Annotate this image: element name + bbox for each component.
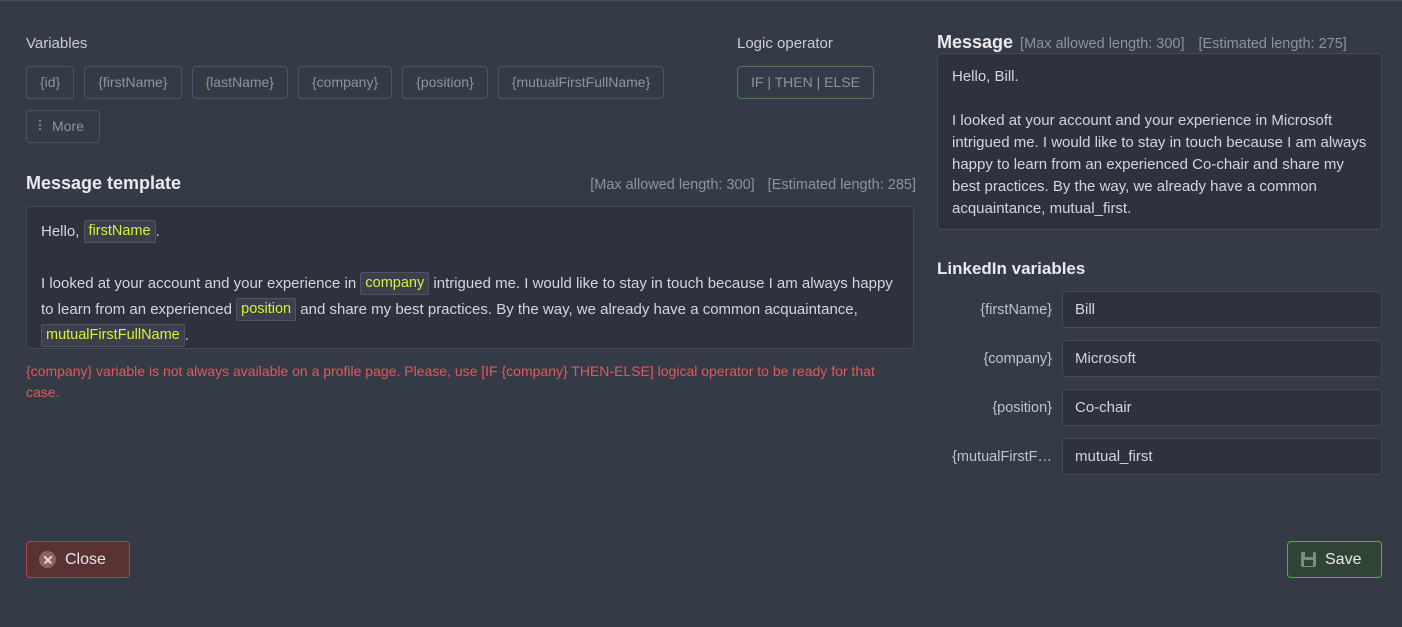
template-text-part4: . [184,326,189,344]
linkedin-var-mutualfirstfullname-input[interactable]: mutual_first [1062,438,1382,475]
linkedin-var-position-label: {position} [992,399,1052,416]
template-token-company[interactable]: company [360,271,430,295]
linkedin-var-company-label: {company} [983,350,1052,367]
logic-operator-block: Logic operator IF | THEN | ELSE [737,1,874,99]
variable-chip-mutualfirstfullname[interactable]: {mutualFirstFullName} [497,66,665,99]
message-max-length: [Max allowed length: 300] [1020,36,1185,52]
message-template-editor-box[interactable]: Hello, firstName. I looked at your accou… [26,205,914,349]
variable-chip-position[interactable]: {position} [402,66,488,99]
template-length-group: [Max allowed length: 300] [Estimated len… [590,174,916,196]
template-line-2: I looked at your account and your experi… [41,271,899,348]
template-token-firstname[interactable]: firstName [83,219,156,243]
floppy-disk-save-icon [1301,552,1316,567]
vertical-dots-icon [39,120,41,131]
logic-operator-button-wrap: IF | THEN | ELSE [737,66,874,99]
message-estimated-length: [Estimated length: 275] [1198,36,1347,52]
close-circle-x-icon [39,551,56,568]
right-panel: Message [Max allowed length: 300] [Estim… [937,1,1382,475]
linkedin-variable-row-mutualfirstfullname: {mutualFirstF… mutual_first [937,438,1382,475]
save-button[interactable]: Save [1287,541,1382,578]
more-variables-label: More [52,117,84,134]
variable-chip-id[interactable]: {id} [26,66,75,99]
variable-chip-firstname[interactable]: {firstName} [84,66,182,99]
message-preview-blank-line [952,88,1367,110]
message-preview-header: Message [Max allowed length: 300] [Estim… [937,1,1382,53]
close-button[interactable]: Close [26,541,130,578]
template-max-length: [Max allowed length: 300] [590,176,755,193]
message-preview-line-1: Hello, Bill. [952,68,1019,85]
linkedin-variable-row-position: {position} Co-chair [937,389,1382,426]
template-text-hello: Hello, [41,222,80,240]
template-blank-line [41,245,899,271]
template-token-position[interactable]: position [236,297,297,321]
linkedin-var-mutualfirstfullname-label: {mutualFirstF… [952,448,1052,465]
logic-operator-label: Logic operator [737,35,833,52]
message-preview-title: Message [937,32,1014,52]
template-estimated-length: [Estimated length: 285] [767,176,916,193]
template-text-part1: I looked at your account and your experi… [41,274,357,292]
variable-chip-company[interactable]: {company} [297,66,393,99]
message-template-header: Message template [Max allowed length: 30… [26,172,916,194]
template-warning-message: {company} variable is not always availab… [26,362,875,400]
linkedin-variable-row-company: {company} Microsoft [937,340,1382,377]
linkedin-var-company-input[interactable]: Microsoft [1062,340,1382,377]
variable-chip-lastname[interactable]: {lastName} [191,66,288,99]
template-token-mutualfirstfullname[interactable]: mutualFirstFullName [41,323,185,347]
template-text-period: . [155,222,160,240]
message-preview-line-2: I looked at your account and your experi… [952,112,1367,217]
logic-operator-button[interactable]: IF | THEN | ELSE [737,66,874,99]
more-row: More [26,109,916,143]
template-line-1: Hello, firstName. [41,219,899,245]
message-preview-box: Hello, Bill. I looked at your account an… [937,53,1382,230]
linkedin-variables-title: LinkedIn variables [937,259,1086,278]
message-template-title: Message template [26,172,182,193]
linkedin-var-firstname-label: {firstName} [980,301,1052,318]
linkedin-var-position-input[interactable]: Co-chair [1062,389,1382,426]
template-text-part3: and share my best practices. By the way,… [300,300,858,318]
close-button-label: Close [65,550,106,568]
save-button-label: Save [1325,550,1362,568]
more-variables-button[interactable]: More [26,109,100,143]
linkedin-var-firstname-input[interactable]: Bill [1062,291,1382,328]
message-template-editor: Variables {id} {firstName} {lastName} {c… [0,1,1402,627]
linkedin-variable-row-firstname: {firstName} Bill [937,291,1382,328]
